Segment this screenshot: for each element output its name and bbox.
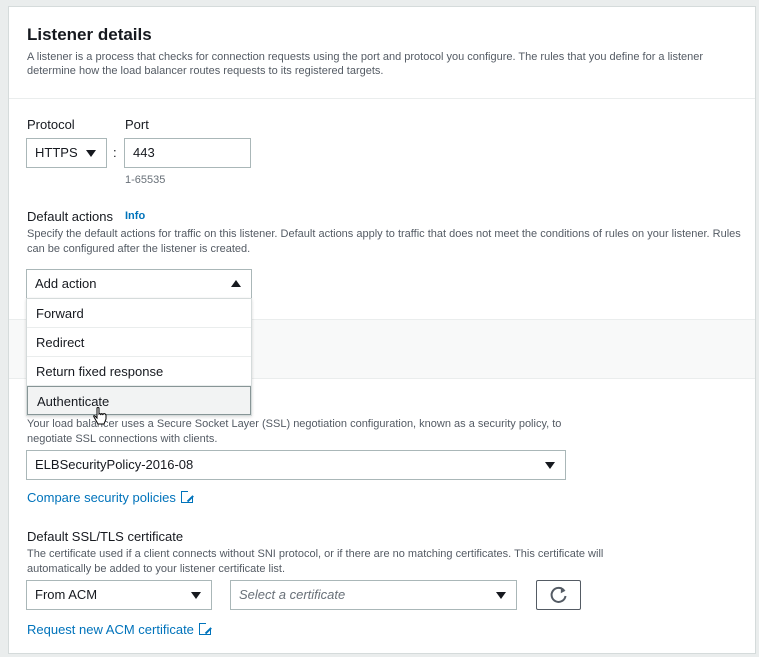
refresh-button[interactable] — [536, 580, 581, 610]
caret-down-icon — [86, 150, 96, 157]
certificate-select[interactable]: Select a certificate — [230, 580, 517, 610]
refresh-icon — [550, 586, 567, 603]
security-policy-value: ELBSecurityPolicy-2016-08 — [35, 457, 194, 472]
option-return-fixed-response[interactable]: Return fixed response — [27, 357, 251, 386]
caret-up-icon — [231, 280, 241, 287]
port-label: Port — [125, 117, 149, 132]
listener-details-panel: Listener details A listener is a process… — [8, 6, 756, 654]
request-acm-certificate-link[interactable]: Request new ACM certificate — [27, 622, 212, 637]
port-input[interactable]: 443 — [124, 138, 251, 168]
add-action-select[interactable]: Add action — [26, 269, 252, 299]
protocol-select[interactable]: HTTPS — [26, 138, 107, 168]
certificate-source-value: From ACM — [35, 587, 98, 602]
protocol-value: HTTPS — [35, 145, 78, 160]
certificate-help: The certificate used if a client connect… — [27, 548, 604, 575]
caret-down-icon — [191, 592, 201, 599]
option-redirect[interactable]: Redirect — [27, 328, 251, 357]
protocol-label: Protocol — [27, 117, 75, 132]
hand-cursor-icon — [93, 407, 107, 425]
caret-down-icon — [545, 462, 555, 469]
compare-security-policies-link[interactable]: Compare security policies — [27, 490, 194, 505]
certificate-source-select[interactable]: From ACM — [26, 580, 212, 610]
add-action-dropdown: Forward Redirect Return fixed response A… — [26, 298, 252, 416]
section-header: Listener details A listener is a process… — [9, 7, 755, 99]
default-actions-help: Specify the default actions for traffic … — [27, 228, 741, 255]
port-value: 443 — [133, 145, 155, 160]
external-link-icon — [180, 490, 194, 503]
port-hint: 1-65535 — [125, 174, 166, 186]
section-title: Listener details — [27, 25, 152, 44]
default-actions-label: Default actions — [27, 209, 113, 224]
certificate-placeholder: Select a certificate — [239, 587, 346, 602]
caret-down-icon — [496, 592, 506, 599]
compare-link-text: Compare security policies — [27, 490, 176, 505]
external-link-icon — [198, 622, 212, 635]
option-forward[interactable]: Forward — [27, 299, 251, 328]
request-link-text: Request new ACM certificate — [27, 622, 194, 637]
section-description: A listener is a process that checks for … — [27, 51, 704, 77]
add-action-label: Add action — [35, 276, 97, 291]
certificate-label: Default SSL/TLS certificate — [27, 529, 184, 544]
security-policy-select[interactable]: ELBSecurityPolicy-2016-08 — [26, 450, 566, 480]
option-authenticate[interactable]: Authenticate — [27, 386, 251, 415]
security-policy-help: Your load balancer uses a Secure Socket … — [27, 418, 562, 445]
protocol-port-separator: : — [113, 145, 117, 160]
default-actions-info-link[interactable]: Info — [125, 210, 145, 222]
